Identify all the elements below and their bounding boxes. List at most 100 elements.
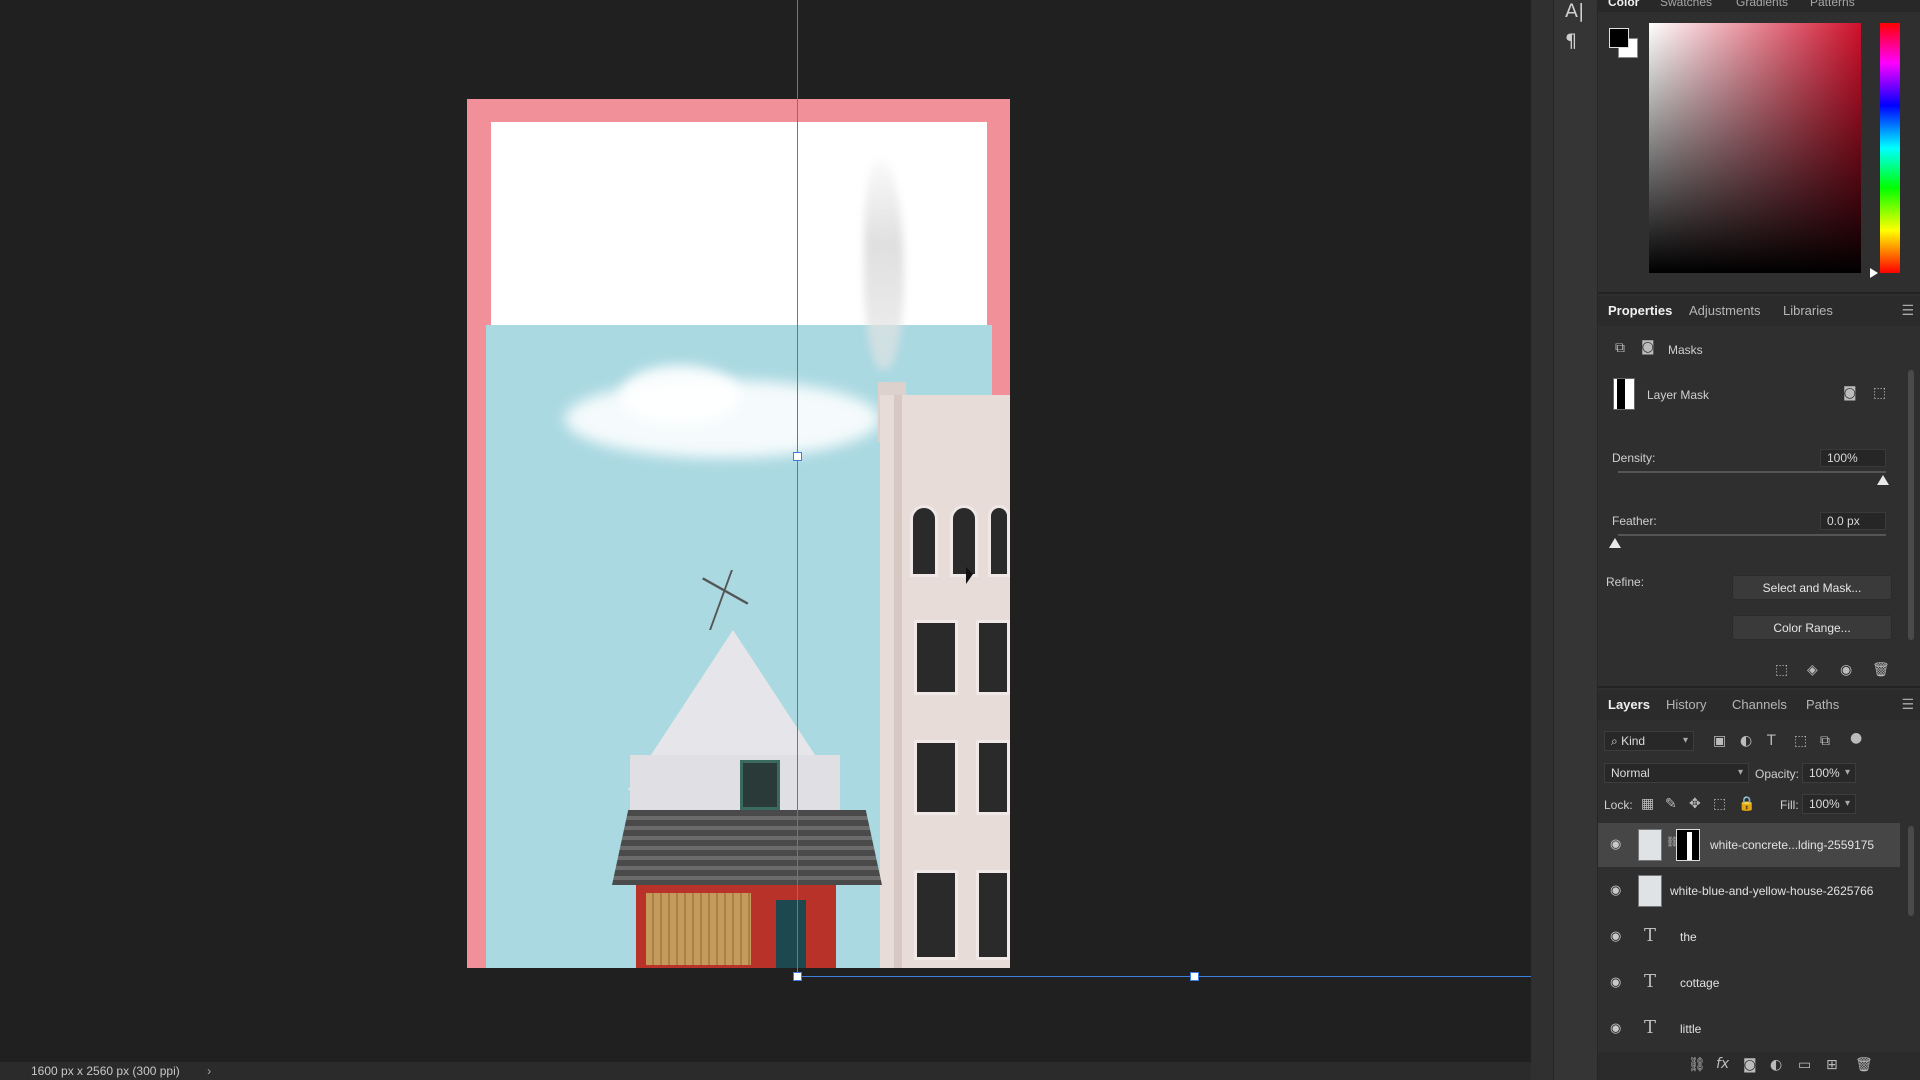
transform-handle[interactable] bbox=[793, 452, 802, 461]
lock-pixels-brush-icon[interactable]: ✎ bbox=[1665, 796, 1677, 812]
foreground-color-swatch[interactable] bbox=[1609, 28, 1629, 48]
density-field[interactable]: 100% bbox=[1820, 449, 1886, 467]
color-picker-field[interactable] bbox=[1649, 23, 1861, 273]
text-layer-icon: T bbox=[1644, 1017, 1657, 1038]
density-label: Density: bbox=[1612, 451, 1656, 465]
lock-artboard-icon[interactable]: ⬚ bbox=[1713, 796, 1726, 812]
tab-patterns[interactable]: Patterns bbox=[1810, 0, 1855, 9]
lock-all-icon[interactable]: 🔒 bbox=[1738, 796, 1755, 812]
filter-toggle-icon[interactable]: ● bbox=[1850, 730, 1862, 746]
visibility-eye-icon[interactable]: ◉ bbox=[1610, 837, 1621, 852]
feather-slider-thumb[interactable] bbox=[1609, 538, 1621, 548]
opacity-value: 100% bbox=[1809, 766, 1840, 780]
chevron-down-icon: ▾ bbox=[1737, 767, 1743, 778]
paragraph-panel-icon[interactable]: ¶ bbox=[1565, 30, 1577, 52]
select-and-mask-button[interactable]: Select and Mask... bbox=[1732, 575, 1892, 600]
refine-label: Refine: bbox=[1606, 575, 1645, 589]
pixel-mask-icon[interactable]: ⧉ bbox=[1615, 340, 1625, 356]
chevron-down-icon: ▾ bbox=[1844, 767, 1850, 778]
visibility-eye-icon[interactable]: ◉ bbox=[1610, 1021, 1621, 1036]
hue-slider-marker[interactable] bbox=[1870, 268, 1878, 278]
layers-bottom-bar: ⛓ fx ◙ ◐ ▭ ⊞ 🗑 bbox=[1598, 1052, 1920, 1080]
select-pixel-mask-icon[interactable]: ◙ bbox=[1843, 385, 1857, 401]
tab-libraries[interactable]: Libraries bbox=[1783, 303, 1833, 318]
properties-scrollbar[interactable] bbox=[1908, 370, 1914, 640]
house-window bbox=[740, 760, 780, 810]
tab-layers[interactable]: Layers bbox=[1608, 697, 1650, 712]
text-layer-icon: T bbox=[1644, 925, 1657, 946]
layer-name: white-concrete...lding-2559175 bbox=[1710, 838, 1875, 852]
chevron-down-icon: ▾ bbox=[1844, 798, 1850, 809]
tab-properties[interactable]: Properties bbox=[1608, 303, 1672, 318]
visibility-eye-icon[interactable]: ◉ bbox=[1610, 883, 1621, 898]
layers-tabs: Layers History Channels Paths ☰ bbox=[1598, 690, 1920, 720]
apply-mask-icon[interactable]: ◈ bbox=[1807, 662, 1818, 678]
vertical-guide[interactable] bbox=[797, 0, 798, 975]
tab-channels[interactable]: Channels bbox=[1732, 697, 1787, 712]
visibility-eye-icon[interactable]: ◉ bbox=[1610, 929, 1621, 944]
add-vector-mask-icon[interactable]: ⬚ bbox=[1873, 385, 1886, 401]
blend-mode-select[interactable]: Normal ▾ bbox=[1604, 763, 1749, 783]
feather-slider-track[interactable] bbox=[1618, 534, 1886, 536]
tab-adjustments[interactable]: Adjustments bbox=[1689, 303, 1761, 318]
filter-pixel-icon[interactable]: ▣ bbox=[1713, 733, 1726, 749]
add-mask-icon[interactable]: ◙ bbox=[1743, 1057, 1757, 1073]
mask-icon[interactable]: ◙ bbox=[1641, 339, 1655, 355]
fill-field[interactable]: 100% ▾ bbox=[1802, 794, 1856, 814]
delete-layer-icon[interactable]: 🗑 bbox=[1855, 1057, 1873, 1073]
tab-swatches[interactable]: Swatches bbox=[1660, 0, 1712, 9]
photoshop-window: 1600 px x 2560 px (300 ppi) › A| ¶ Color… bbox=[0, 0, 1920, 1080]
new-layer-icon[interactable]: ⊞ bbox=[1826, 1057, 1838, 1073]
tab-color[interactable]: Color bbox=[1608, 0, 1639, 9]
transform-handle[interactable] bbox=[1190, 972, 1199, 981]
layer-name: cottage bbox=[1680, 976, 1720, 990]
fx-icon[interactable]: fx bbox=[1716, 1056, 1729, 1072]
filter-smart-object-icon[interactable]: ⧉ bbox=[1820, 733, 1830, 749]
layer-row[interactable]: ◉ T the bbox=[1598, 915, 1900, 959]
lock-transparent-icon[interactable]: ▦ bbox=[1641, 796, 1654, 812]
new-adjustment-icon[interactable]: ◐ bbox=[1770, 1057, 1782, 1073]
character-panel-icon[interactable]: A| bbox=[1565, 0, 1584, 22]
toggle-mask-eye-icon[interactable]: ◉ bbox=[1840, 662, 1852, 678]
layer-mask-thumbnail[interactable] bbox=[1676, 829, 1700, 861]
layers-panel-menu-icon[interactable]: ☰ bbox=[1901, 697, 1914, 713]
opacity-field[interactable]: 100% ▾ bbox=[1802, 763, 1856, 783]
status-menu-arrow[interactable]: › bbox=[207, 1064, 211, 1078]
new-group-icon[interactable]: ▭ bbox=[1798, 1057, 1811, 1073]
load-selection-icon[interactable]: ⬚ bbox=[1775, 662, 1788, 678]
density-slider-track[interactable] bbox=[1618, 471, 1886, 473]
chevron-down-icon: ▾ bbox=[1682, 735, 1688, 746]
tab-gradients[interactable]: Gradients bbox=[1736, 0, 1788, 9]
layer-thumbnail bbox=[1638, 875, 1662, 907]
search-icon: ⌕ bbox=[1611, 734, 1618, 748]
layer-row[interactable]: ◉ ⛓ white-concrete...lding-2559175 bbox=[1598, 823, 1900, 867]
filter-type-icon[interactable]: T bbox=[1767, 733, 1776, 749]
tab-history[interactable]: History bbox=[1666, 697, 1706, 712]
color-panel-tabs: Color Swatches Gradients Patterns bbox=[1598, 0, 1920, 12]
density-slider-thumb[interactable] bbox=[1877, 475, 1889, 485]
hue-slider[interactable] bbox=[1880, 23, 1900, 273]
delete-mask-icon[interactable]: 🗑 bbox=[1872, 662, 1890, 678]
layers-scrollbar[interactable] bbox=[1908, 826, 1914, 916]
layer-row[interactable]: ◉ white-blue-and-yellow-house-2625766 bbox=[1598, 869, 1900, 913]
lock-position-icon[interactable]: ✥ bbox=[1689, 796, 1701, 812]
filter-adjustment-icon[interactable]: ◐ bbox=[1740, 733, 1752, 749]
house-base bbox=[636, 885, 836, 968]
opacity-label: Opacity: bbox=[1755, 767, 1800, 781]
layer-filter-kind[interactable]: ⌕ Kind ▾ bbox=[1604, 731, 1694, 751]
layer-thumbnail bbox=[1638, 829, 1662, 861]
tab-paths[interactable]: Paths bbox=[1806, 697, 1839, 712]
canvas-area[interactable] bbox=[0, 0, 1531, 1062]
transform-handle[interactable] bbox=[793, 972, 802, 981]
feather-field[interactable]: 0.0 px bbox=[1820, 512, 1886, 530]
panel-menu-icon[interactable]: ☰ bbox=[1901, 303, 1914, 319]
layer-row[interactable]: ◉ T cottage bbox=[1598, 961, 1900, 1005]
visibility-eye-icon[interactable]: ◉ bbox=[1610, 975, 1621, 990]
cloud-image-part bbox=[620, 365, 740, 425]
color-range-button[interactable]: Color Range... bbox=[1732, 615, 1892, 640]
filter-shape-icon[interactable]: ⬚ bbox=[1794, 733, 1807, 749]
layer-row[interactable]: ◉ T little bbox=[1598, 1007, 1900, 1051]
masks-label: Masks bbox=[1668, 343, 1703, 357]
link-layers-icon[interactable]: ⛓ bbox=[1688, 1057, 1706, 1073]
horizontal-guide[interactable] bbox=[797, 976, 1531, 977]
